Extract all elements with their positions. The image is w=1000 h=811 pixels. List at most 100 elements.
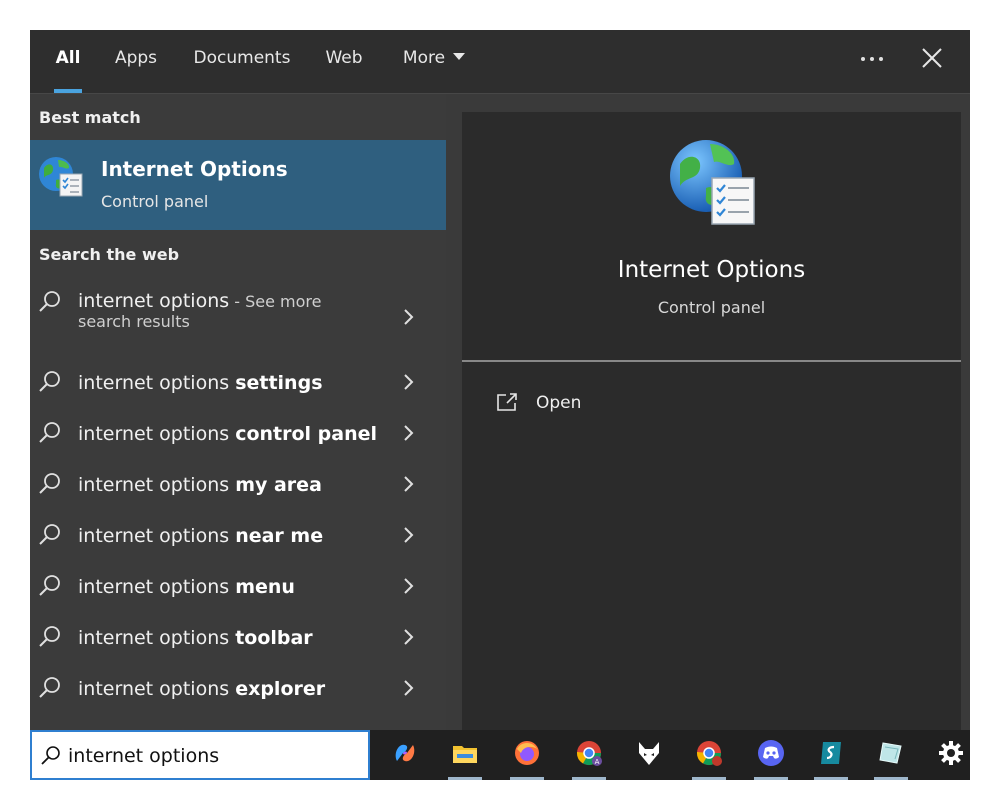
web-result-item[interactable]: internet options my area bbox=[30, 464, 446, 508]
glass-app-icon bbox=[879, 742, 902, 764]
search-icon bbox=[41, 746, 60, 765]
preview-header: Internet Options Control panel bbox=[462, 112, 961, 360]
web-result-item[interactable]: internet options toolbar bbox=[30, 617, 446, 661]
search-scope-tabs: All Apps Documents Web More bbox=[30, 30, 970, 94]
taskbar-app-chrome-b[interactable] bbox=[684, 730, 734, 780]
taskbar-app-discord[interactable] bbox=[746, 730, 796, 780]
running-indicator bbox=[814, 777, 848, 780]
chevron-right-icon bbox=[404, 309, 414, 325]
chevron-right-icon bbox=[404, 578, 414, 594]
chevron-right-icon bbox=[404, 527, 414, 543]
open-label: Open bbox=[536, 393, 582, 413]
running-indicator bbox=[572, 777, 606, 780]
web-result-item[interactable]: internet options near me bbox=[30, 515, 446, 559]
best-match-item[interactable]: Internet Options Control panel bbox=[30, 140, 446, 230]
active-tab-indicator bbox=[54, 89, 82, 93]
foxy-icon bbox=[639, 742, 659, 765]
search-icon bbox=[39, 473, 60, 494]
tab-label: More bbox=[402, 48, 446, 68]
search-flyout: All Apps Documents Web More Best match I… bbox=[30, 30, 970, 730]
file-explorer-icon bbox=[453, 746, 477, 763]
chevron-right-icon bbox=[404, 425, 414, 441]
caret-down-icon bbox=[453, 52, 466, 60]
chrome-profile-a-icon: A bbox=[577, 741, 602, 766]
svg-text:A: A bbox=[595, 758, 600, 766]
search-icon bbox=[39, 677, 60, 698]
firefox-icon bbox=[515, 741, 539, 765]
divider bbox=[462, 360, 961, 362]
web-result-item[interactable]: internet options menu bbox=[30, 566, 446, 610]
results-list: Best match Internet Options Control pane… bbox=[30, 94, 446, 730]
close-icon bbox=[922, 48, 942, 68]
chevron-right-icon bbox=[404, 629, 414, 645]
preview-title: Internet Options bbox=[617, 257, 806, 283]
taskbar-search-box[interactable] bbox=[30, 730, 370, 780]
dot bbox=[861, 57, 865, 61]
web-result-text: internet options near me bbox=[78, 525, 324, 547]
tab-label: Web bbox=[325, 48, 363, 68]
web-result-text: internet options explorer bbox=[78, 678, 326, 700]
taskbar-app-glass[interactable] bbox=[866, 730, 916, 780]
section-title-search-web: Search the web bbox=[39, 245, 180, 264]
tab-label: Documents bbox=[193, 48, 291, 68]
tab-label: Apps bbox=[114, 48, 158, 68]
web-result-item[interactable]: internet options control panel bbox=[30, 413, 446, 457]
more-options-button[interactable] bbox=[858, 44, 888, 74]
tab-documents[interactable]: Documents bbox=[188, 30, 296, 93]
dot bbox=[879, 57, 883, 61]
preview-subtitle: Control panel bbox=[657, 298, 766, 317]
web-result-item[interactable]: internet options explorer bbox=[30, 668, 446, 712]
section-title-best-match: Best match bbox=[39, 108, 141, 127]
tab-more[interactable]: More bbox=[394, 30, 474, 93]
web-result-text: internet options toolbar bbox=[78, 627, 313, 649]
taskbar-app-file-explorer[interactable] bbox=[440, 730, 490, 780]
search-icon bbox=[39, 371, 60, 392]
running-indicator bbox=[510, 777, 544, 780]
taskbar-app-surfshark[interactable] bbox=[806, 730, 856, 780]
search-icon bbox=[39, 422, 60, 443]
dot bbox=[870, 57, 874, 61]
search-icon bbox=[39, 524, 60, 545]
surfshark-icon bbox=[821, 742, 841, 764]
tab-web[interactable]: Web bbox=[318, 30, 370, 93]
close-button[interactable] bbox=[918, 44, 946, 72]
web-result-text-line2: search results bbox=[78, 312, 190, 331]
chevron-right-icon bbox=[404, 680, 414, 696]
best-match-title: Internet Options bbox=[101, 157, 288, 181]
web-result-text: internet options menu bbox=[78, 576, 295, 598]
open-external-icon bbox=[497, 393, 517, 411]
tab-label: All bbox=[55, 48, 81, 68]
chevron-right-icon bbox=[404, 476, 414, 492]
taskbar-app-firefox[interactable] bbox=[502, 730, 552, 780]
web-result-text: internet options my area bbox=[78, 474, 322, 496]
web-result-text: internet options control panel bbox=[78, 423, 378, 445]
internet-options-icon bbox=[670, 140, 755, 225]
best-match-subtitle: Control panel bbox=[101, 192, 209, 211]
search-icon bbox=[39, 291, 60, 312]
search-input[interactable] bbox=[68, 740, 358, 772]
chevron-right-icon bbox=[404, 374, 414, 390]
taskbar-app-chrome-a[interactable]: A bbox=[564, 730, 614, 780]
tab-all[interactable]: All bbox=[46, 30, 90, 93]
tab-apps[interactable]: Apps bbox=[108, 30, 164, 93]
web-result-text: internet options settings bbox=[78, 372, 323, 394]
running-indicator bbox=[692, 777, 726, 780]
running-indicator bbox=[754, 777, 788, 780]
discord-icon bbox=[758, 740, 784, 766]
taskbar-app-copilot[interactable] bbox=[380, 730, 430, 780]
search-icon bbox=[39, 626, 60, 647]
internet-options-icon bbox=[39, 157, 83, 197]
running-indicator bbox=[448, 777, 482, 780]
search-icon bbox=[39, 575, 60, 596]
chrome-profile-b-icon bbox=[697, 741, 722, 766]
copilot-icon bbox=[395, 744, 415, 762]
taskbar-app-foxy[interactable] bbox=[624, 730, 674, 780]
preview-pane: Internet Options Control panel Open bbox=[462, 112, 961, 730]
open-action[interactable]: Open bbox=[496, 390, 696, 420]
settings-icon bbox=[939, 741, 963, 765]
web-result-item[interactable]: internet options settings bbox=[30, 362, 446, 406]
taskbar-app-settings[interactable] bbox=[926, 730, 976, 780]
running-indicator bbox=[874, 777, 908, 780]
taskbar: A bbox=[30, 730, 970, 780]
web-result-item[interactable]: internet options - See more search resul… bbox=[30, 282, 446, 354]
